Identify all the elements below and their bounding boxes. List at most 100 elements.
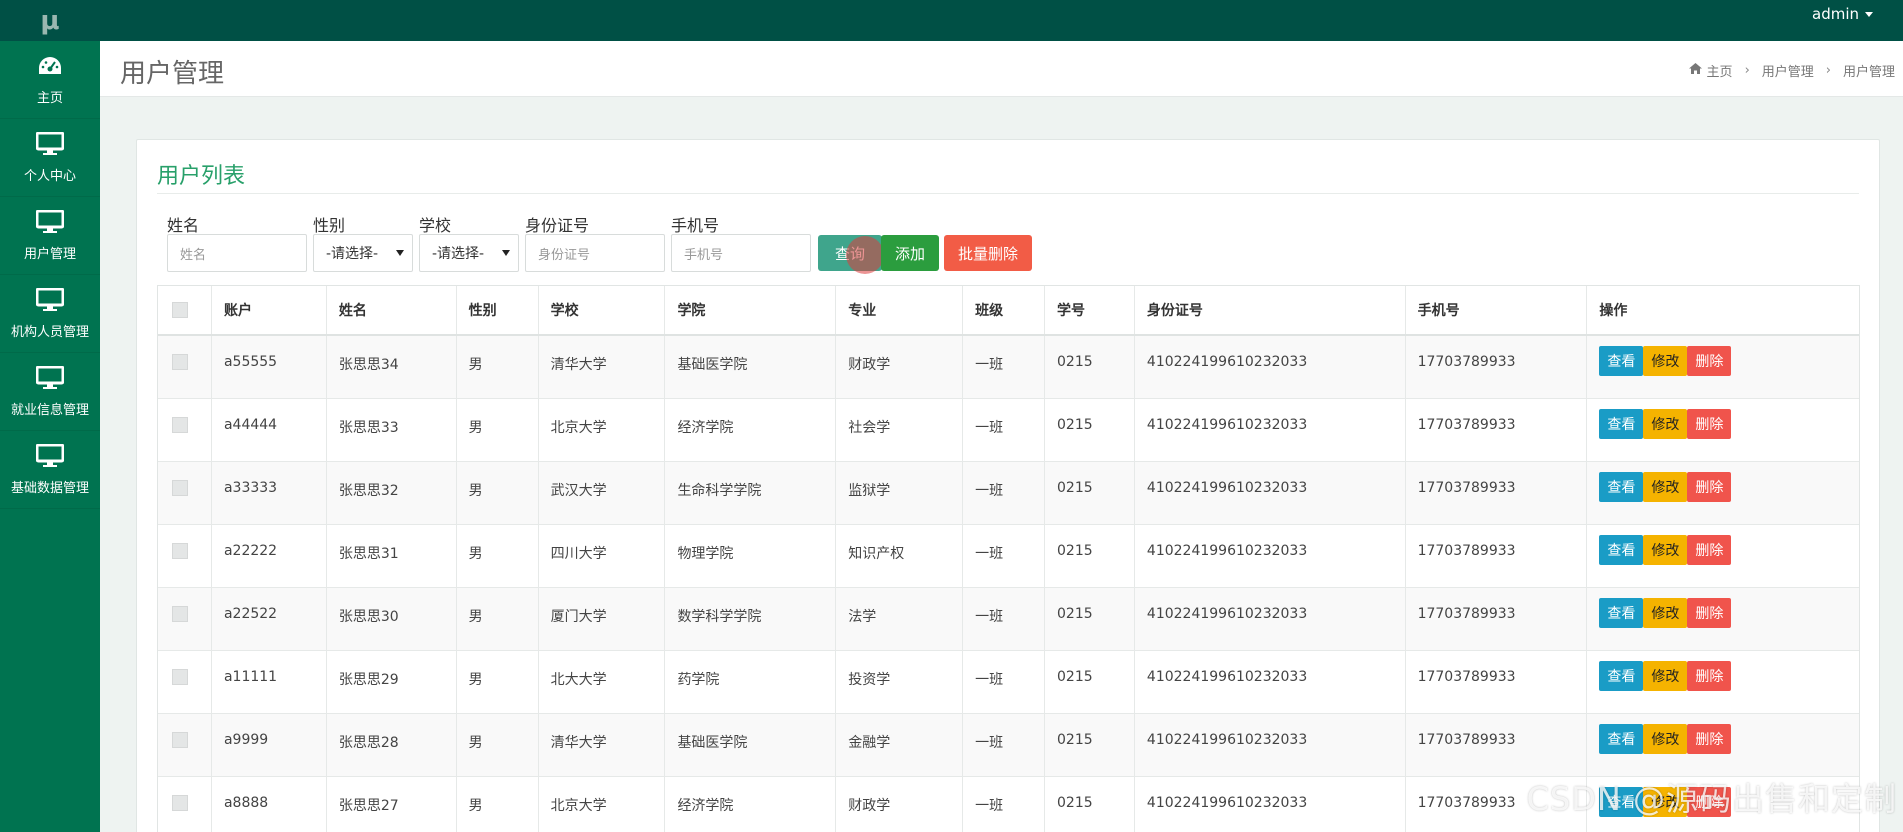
- column-header: 学校: [539, 286, 666, 334]
- row-checkbox[interactable]: [172, 795, 188, 811]
- table-cell: 男: [457, 399, 539, 461]
- school-select[interactable]: -请选择-: [419, 234, 519, 272]
- sidebar-item-label: 机构人员管理: [10, 325, 89, 340]
- edit-button[interactable]: 修改: [1643, 661, 1688, 691]
- table-row: a55555 张思思34 男清华大学 基础医学院 财政学 一班 0215 4102241996…: [158, 336, 1859, 399]
- table-cell: 410224199610232033: [1135, 651, 1406, 713]
- table-cell: 男: [457, 462, 539, 524]
- table-cell: a8888: [212, 777, 327, 832]
- table-cell: 0215: [1045, 462, 1135, 524]
- actions-cell: 查看 修改 删除: [1587, 399, 1859, 461]
- table-cell: 0215: [1045, 777, 1135, 832]
- sidebar-item-staff[interactable]: 机构人员管理: [0, 275, 100, 353]
- view-button[interactable]: 查看: [1599, 724, 1644, 754]
- column-header: 操作: [1599, 303, 1628, 319]
- breadcrumb-section[interactable]: 用户管理: [1762, 61, 1814, 80]
- table-cell: 基础医学院: [665, 336, 837, 398]
- table-cell: 知识产权: [836, 525, 964, 587]
- row-select-cell: [158, 525, 212, 587]
- table-row: a44444 张思思33 男北京大学 经济学院 社会学 一班 0215 41022419961…: [158, 399, 1859, 462]
- table-cell: 清华大学: [539, 336, 666, 398]
- top-bar: μ admin: [0, 0, 1903, 41]
- row-checkbox[interactable]: [172, 606, 188, 622]
- edit-button[interactable]: 修改: [1643, 724, 1688, 754]
- delete-button[interactable]: 删除: [1687, 724, 1732, 754]
- monitor-icon: [35, 287, 65, 313]
- view-button[interactable]: 查看: [1599, 661, 1644, 691]
- column-header: 手机号: [1406, 286, 1588, 334]
- name-filter-input[interactable]: 姓名: [167, 234, 307, 272]
- actions-cell: 查看 修改 删除: [1587, 336, 1859, 398]
- edit-button[interactable]: 修改: [1643, 409, 1688, 439]
- table-cell: 四川大学: [539, 525, 666, 587]
- row-checkbox[interactable]: [172, 669, 188, 685]
- table-cell: 一班: [963, 462, 1045, 524]
- table-row: a9999 张思思28 男清华大学 基础医学院 金融学 一班 0215 41022419961…: [158, 714, 1859, 777]
- app-logo[interactable]: μ: [0, 0, 100, 41]
- cursor-highlight: [846, 236, 884, 274]
- gender-filter-label: 性别: [313, 216, 346, 235]
- table-cell: 410224199610232033: [1135, 399, 1406, 461]
- view-button[interactable]: 查看: [1599, 346, 1644, 376]
- breadcrumb-home[interactable]: 主页: [1707, 61, 1733, 80]
- edit-button[interactable]: 修改: [1643, 472, 1688, 502]
- table-cell: 17703789933: [1406, 525, 1588, 587]
- delete-button[interactable]: 删除: [1687, 598, 1732, 628]
- row-checkbox[interactable]: [172, 417, 188, 433]
- view-button[interactable]: 查看: [1599, 409, 1644, 439]
- sidebar-item-employment[interactable]: 就业信息管理: [0, 353, 100, 431]
- edit-button[interactable]: 修改: [1643, 346, 1688, 376]
- table-cell: 0215: [1045, 399, 1135, 461]
- edit-button[interactable]: 修改: [1643, 535, 1688, 565]
- dashboard-icon: [35, 53, 65, 79]
- table-header: 账户 姓名 性别 学校 学院 专业 班级 学号 身份证号 手机号 操作: [158, 286, 1859, 336]
- table-cell: 北京大学: [539, 399, 666, 461]
- gender-select[interactable]: -请选择-: [313, 234, 413, 272]
- table-cell: 410224199610232033: [1135, 777, 1406, 832]
- edit-button[interactable]: 修改: [1643, 598, 1688, 628]
- batch-delete-button[interactable]: 批量删除: [944, 235, 1032, 271]
- chevron-down-icon: [502, 250, 510, 256]
- row-select-cell: [158, 651, 212, 713]
- breadcrumb-current: 用户管理: [1842, 65, 1895, 80]
- table-cell: 男: [457, 714, 539, 776]
- caret-down-icon: [1865, 12, 1873, 17]
- row-checkbox[interactable]: [172, 480, 188, 496]
- actions-cell: 查看 修改 删除: [1587, 525, 1859, 587]
- table-cell: 张思思34: [327, 336, 457, 398]
- page-header: 用户管理 主页 › 用户管理 › 用户管理: [100, 41, 1903, 97]
- view-button[interactable]: 查看: [1599, 535, 1644, 565]
- watermark: CSDN @源码出售和定制: [1526, 780, 1897, 818]
- row-checkbox[interactable]: [172, 354, 188, 370]
- delete-button[interactable]: 删除: [1687, 409, 1732, 439]
- view-button[interactable]: 查看: [1599, 598, 1644, 628]
- name-filter-label: 姓名: [167, 216, 200, 235]
- user-menu[interactable]: admin: [1812, 5, 1873, 23]
- table-cell: 基础医学院: [665, 714, 837, 776]
- monitor-icon: [35, 209, 65, 235]
- sidebar-item-label: 基础数据管理: [10, 481, 89, 496]
- row-checkbox[interactable]: [172, 543, 188, 559]
- sidebar-item-users[interactable]: 用户管理: [0, 197, 100, 275]
- delete-button[interactable]: 删除: [1687, 346, 1732, 376]
- table-body: a55555 张思思34 男清华大学 基础医学院 财政学 一班 0215 4102241996…: [158, 336, 1859, 832]
- delete-button[interactable]: 删除: [1687, 472, 1732, 502]
- delete-button[interactable]: 删除: [1687, 661, 1732, 691]
- table-cell: a55555: [212, 336, 327, 398]
- table-cell: 一班: [963, 336, 1045, 398]
- table-cell: 法学: [836, 588, 964, 650]
- sidebar-item-profile[interactable]: 个人中心: [0, 119, 100, 197]
- sidebar-item-home[interactable]: 主页: [0, 41, 100, 119]
- column-header: 班级: [963, 286, 1045, 334]
- id-card-filter-input[interactable]: 身份证号: [525, 234, 665, 272]
- table-cell: 财政学: [836, 777, 964, 832]
- phone-filter-input[interactable]: 手机号: [671, 234, 811, 272]
- row-checkbox[interactable]: [172, 732, 188, 748]
- delete-button[interactable]: 删除: [1687, 535, 1732, 565]
- sidebar-item-basedata[interactable]: 基础数据管理: [0, 431, 100, 509]
- table-cell: 410224199610232033: [1135, 714, 1406, 776]
- add-button[interactable]: 添加: [881, 235, 939, 271]
- select-all-checkbox[interactable]: [172, 302, 188, 318]
- table-cell: 经济学院: [665, 399, 837, 461]
- view-button[interactable]: 查看: [1599, 472, 1644, 502]
